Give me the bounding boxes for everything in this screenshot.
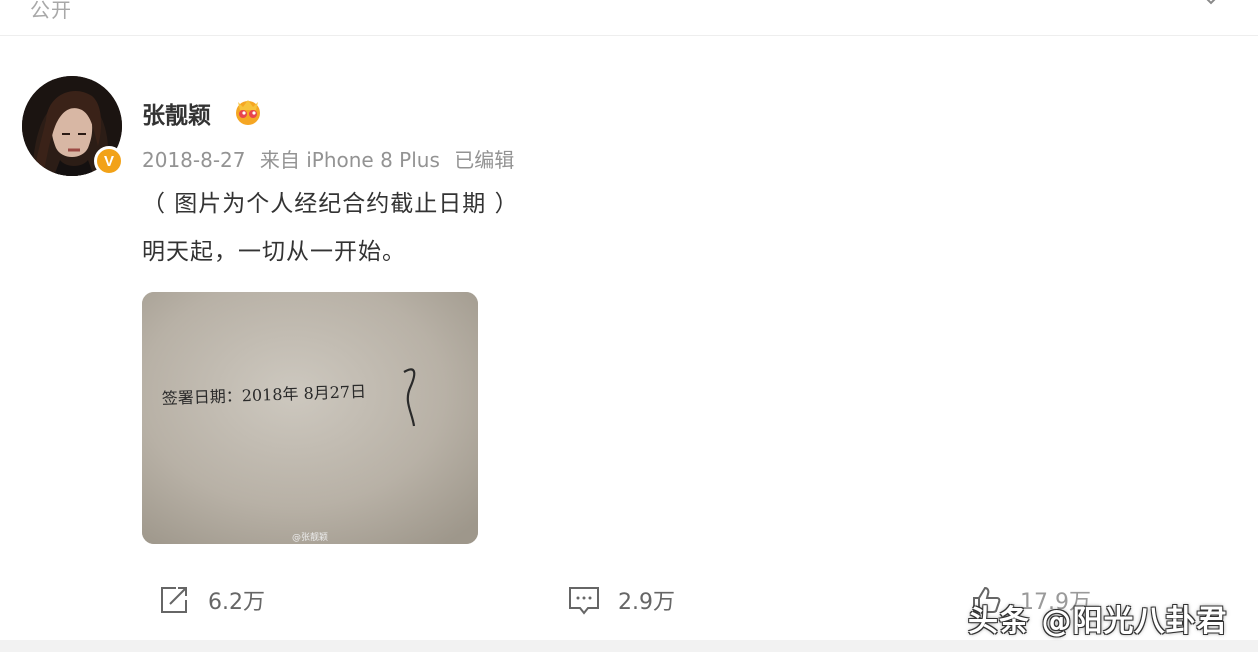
chevron-down-icon[interactable] xyxy=(1200,0,1222,8)
author-avatar[interactable]: V xyxy=(22,76,124,176)
post-date[interactable]: 2018-8-27 xyxy=(142,148,246,172)
previous-post-footer: 公开 xyxy=(0,0,1258,36)
post-text-line-2: 明天起，一切从一开始。 xyxy=(142,239,406,265)
photo-watermark: @张靓颖 xyxy=(292,533,329,543)
comment-button[interactable]: 2.9万 xyxy=(566,582,675,618)
share-icon xyxy=(161,587,187,613)
share-count: 6.2万 xyxy=(208,590,265,615)
post-meta: 2018-8-27 来自 iPhone 8 Plus 已编辑 xyxy=(142,144,522,173)
weibo-post-page: 公开 V 张靓颖 2018-8-27 来自 iPhone 8 Plus 已编辑 … xyxy=(0,0,1258,652)
source-watermark: 头条 @阳光八卦君 xyxy=(968,604,1228,639)
author-name[interactable]: 张靓颖 xyxy=(142,96,211,130)
edited-label[interactable]: 已编辑 xyxy=(454,148,514,172)
card-separator xyxy=(0,640,1258,652)
share-button[interactable]: 6.2万 xyxy=(156,582,265,618)
visibility-label: 公开 xyxy=(30,0,72,22)
verified-badge: V xyxy=(94,146,124,176)
comment-count: 2.9万 xyxy=(618,590,675,615)
post-text-line-1: （ 图片为个人经纪合约截止日期 ） xyxy=(142,191,519,217)
post-photo[interactable]: 签署日期：2018年 8月27日 @张靓颖 xyxy=(142,292,478,544)
comment-icon xyxy=(569,587,599,615)
post-source: 来自 iPhone 8 Plus xyxy=(259,148,440,172)
handwritten-date-image: 签署日期：2018年 8月27日 xyxy=(142,292,478,544)
vip-crown-icon[interactable] xyxy=(232,96,264,126)
